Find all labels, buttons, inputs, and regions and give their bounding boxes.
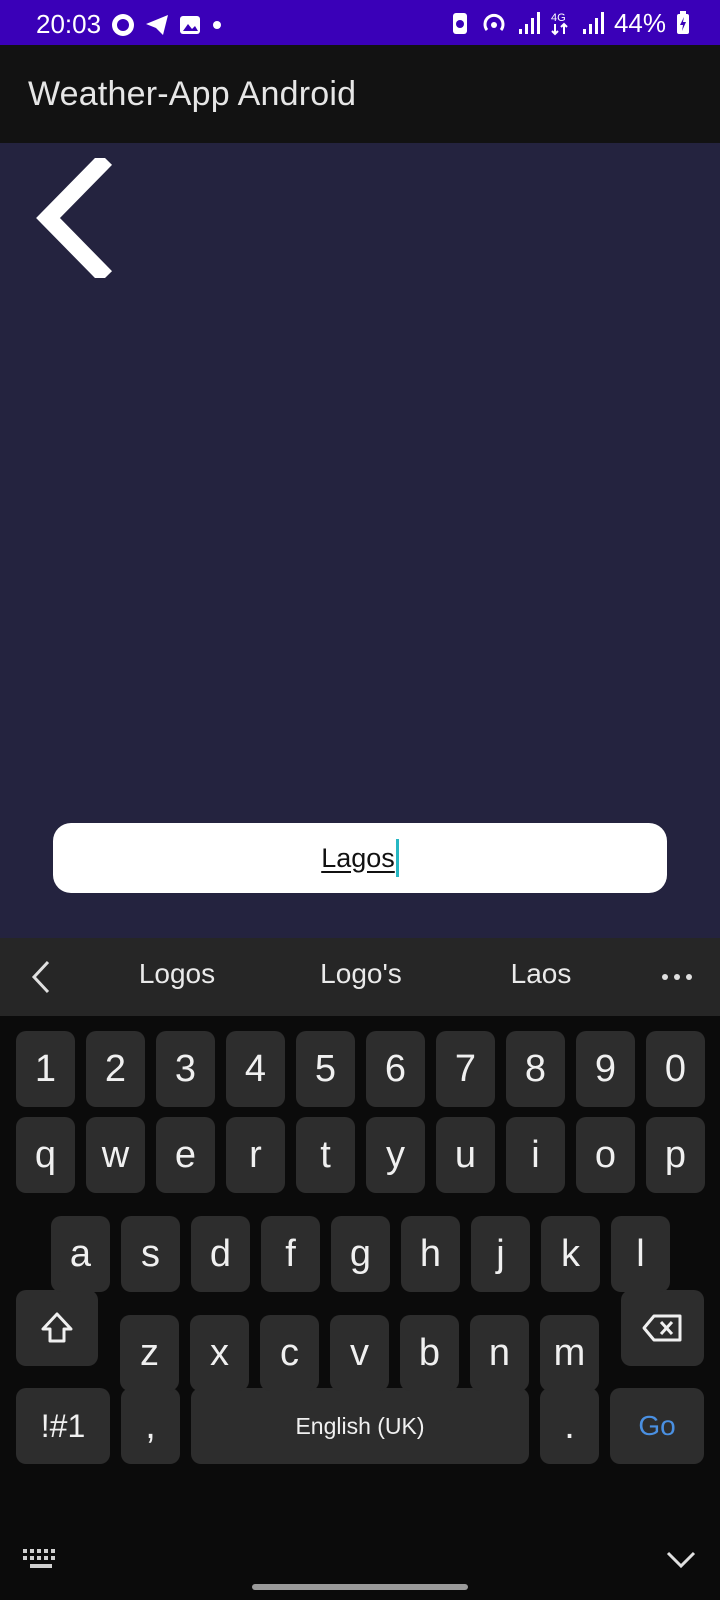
key-t[interactable]: t	[296, 1117, 355, 1193]
key-h[interactable]: h	[401, 1216, 460, 1292]
key-i[interactable]: i	[506, 1117, 565, 1193]
whatsapp-icon	[112, 14, 134, 36]
keyboard-icon	[23, 1549, 55, 1568]
signal-4g-icon: 4G	[551, 12, 568, 36]
suggestion-bar: Logos Logo's Laos	[0, 938, 720, 1016]
key-m[interactable]: m	[540, 1315, 599, 1391]
key-l[interactable]: l	[611, 1216, 670, 1292]
city-search-value: Lagos	[321, 842, 395, 873]
key-j[interactable]: j	[471, 1216, 530, 1292]
battery-icon	[677, 11, 689, 34]
soft-keyboard: Logos Logo's Laos !#1 , English (UK) . G…	[0, 938, 720, 1600]
notification-icons	[110, 11, 224, 39]
key-s[interactable]: s	[121, 1216, 180, 1292]
signal-icon	[582, 12, 604, 34]
suggestion-item[interactable]: Logo's	[281, 958, 441, 990]
battery-percentage: 44%	[613, 7, 666, 38]
key-7[interactable]: 7	[436, 1031, 495, 1107]
key-k[interactable]: k	[541, 1216, 600, 1292]
shift-key[interactable]	[16, 1290, 98, 1366]
space-key[interactable]: English (UK)	[191, 1388, 529, 1464]
key-z[interactable]: z	[120, 1315, 179, 1391]
key-5[interactable]: 5	[296, 1031, 355, 1107]
key-9[interactable]: 9	[576, 1031, 635, 1107]
key-o[interactable]: o	[576, 1117, 635, 1193]
key-1[interactable]: 1	[16, 1031, 75, 1107]
key-g[interactable]: g	[331, 1216, 390, 1292]
status-time: 20:03	[36, 9, 102, 39]
svg-text:4G: 4G	[551, 12, 566, 24]
status-bar: 20:03 4G 44%	[0, 0, 720, 45]
hide-keyboard-button[interactable]	[664, 1544, 698, 1574]
text-caret	[395, 839, 399, 877]
key-d[interactable]: d	[191, 1216, 250, 1292]
chevron-down-icon	[666, 1551, 696, 1569]
key-f[interactable]: f	[261, 1216, 320, 1292]
key-e[interactable]: e	[156, 1117, 215, 1193]
chevron-left-icon	[31, 960, 50, 994]
keyboard-switch-button[interactable]	[22, 1548, 60, 1570]
key-a[interactable]: a	[51, 1216, 110, 1292]
battery-saver-icon	[452, 13, 467, 34]
system-icons: 4G 44%	[450, 7, 690, 38]
key-u[interactable]: u	[436, 1117, 495, 1193]
main-content: Lagos	[0, 143, 720, 938]
key-v[interactable]: v	[330, 1315, 389, 1391]
back-button[interactable]	[30, 152, 120, 284]
key-q[interactable]: q	[16, 1117, 75, 1193]
key-c[interactable]: c	[260, 1315, 319, 1391]
shift-icon	[41, 1312, 73, 1343]
symbols-key[interactable]: !#1	[16, 1388, 110, 1464]
key-3[interactable]: 3	[156, 1031, 215, 1107]
city-search-input[interactable]: Lagos	[53, 823, 667, 893]
signal-icon	[518, 12, 540, 34]
suggestion-back-button[interactable]	[22, 956, 62, 998]
gallery-icon	[180, 16, 200, 34]
home-indicator[interactable]	[252, 1584, 468, 1590]
key-y[interactable]: y	[366, 1117, 425, 1193]
backspace-key[interactable]	[621, 1290, 704, 1366]
period-key[interactable]: .	[540, 1388, 599, 1464]
more-horizontal-icon	[662, 974, 692, 980]
key-4[interactable]: 4	[226, 1031, 285, 1107]
suggestion-item[interactable]: Logos	[97, 958, 257, 990]
app-bar: Weather-App Android	[0, 45, 720, 143]
app-title: Weather-App Android	[28, 75, 357, 113]
key-p[interactable]: p	[646, 1117, 705, 1193]
key-w[interactable]: w	[86, 1117, 145, 1193]
key-8[interactable]: 8	[506, 1031, 565, 1107]
key-6[interactable]: 6	[366, 1031, 425, 1107]
chevron-left-icon	[36, 152, 113, 284]
dot-icon	[213, 21, 221, 29]
key-b[interactable]: b	[400, 1315, 459, 1391]
key-x[interactable]: x	[190, 1315, 249, 1391]
hotspot-icon	[483, 13, 505, 31]
go-key[interactable]: Go	[610, 1388, 704, 1464]
key-0[interactable]: 0	[646, 1031, 705, 1107]
telegram-icon	[146, 15, 168, 35]
key-2[interactable]: 2	[86, 1031, 145, 1107]
more-suggestions-button[interactable]	[655, 956, 699, 998]
comma-key[interactable]: ,	[121, 1388, 180, 1464]
backspace-icon	[642, 1314, 681, 1342]
key-r[interactable]: r	[226, 1117, 285, 1193]
suggestion-item[interactable]: Laos	[461, 958, 621, 990]
key-n[interactable]: n	[470, 1315, 529, 1391]
